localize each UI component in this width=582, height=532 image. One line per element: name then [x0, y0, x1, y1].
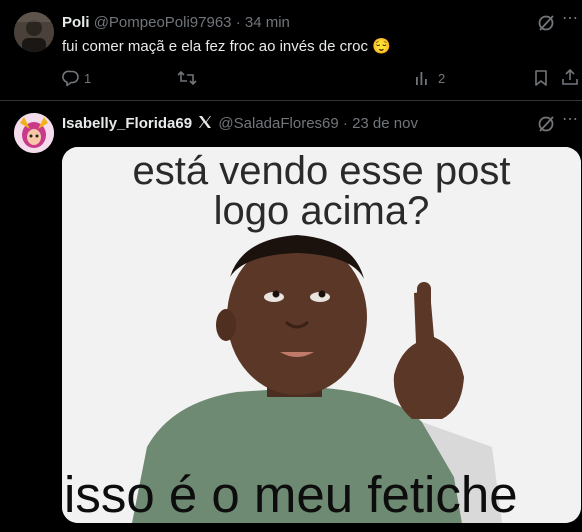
handle[interactable]: @SaladaFlores69 [218, 115, 338, 132]
x-affiliate-badge [199, 116, 212, 128]
avatar-isabelly[interactable] [14, 113, 54, 153]
tweet-poli[interactable]: Poli @PompeoPoli97963 · 34 min ⋯ fui com… [0, 0, 582, 100]
meme-bottom-caption: isso é o meu fetiche [64, 466, 518, 523]
separator: · [235, 14, 241, 31]
display-name[interactable]: Poli [62, 14, 90, 31]
views-count: 2 [438, 70, 446, 86]
bookmark-icon[interactable] [533, 69, 549, 87]
reply-icon [62, 70, 79, 87]
tweet-text: fui comer maçã e ela fez froc ao invés d… [62, 38, 368, 55]
handle[interactable]: @PompeoPoli97963 [94, 14, 232, 31]
more-icon[interactable]: ⋯ [562, 8, 579, 28]
meme-top-line2: logo acima? [213, 189, 430, 233]
meme-top-line1: está vendo esse post [132, 149, 511, 193]
more-icon[interactable]: ⋯ [562, 109, 579, 129]
grok-icon[interactable] [537, 14, 555, 32]
views-button[interactable]: 2 [414, 69, 445, 87]
share-icon[interactable] [561, 68, 579, 86]
retweet-icon[interactable] [177, 69, 197, 87]
timestamp[interactable]: 23 de nov [352, 115, 418, 132]
meme-image[interactable]: está vendo esse post logo acima? isso é … [62, 147, 581, 523]
display-name[interactable]: Isabelly_Florida69 [62, 115, 192, 132]
reply-count: 1 [84, 70, 92, 86]
avatar-poli[interactable] [14, 12, 54, 52]
timestamp[interactable]: 34 min [245, 14, 290, 31]
like-icon[interactable] [298, 69, 316, 87]
views-icon [416, 72, 427, 85]
relieved-emoji: 😌 [372, 38, 391, 55]
grok-icon[interactable] [537, 115, 555, 133]
reply-button[interactable]: 1 [62, 69, 91, 87]
separator: · [342, 115, 348, 132]
